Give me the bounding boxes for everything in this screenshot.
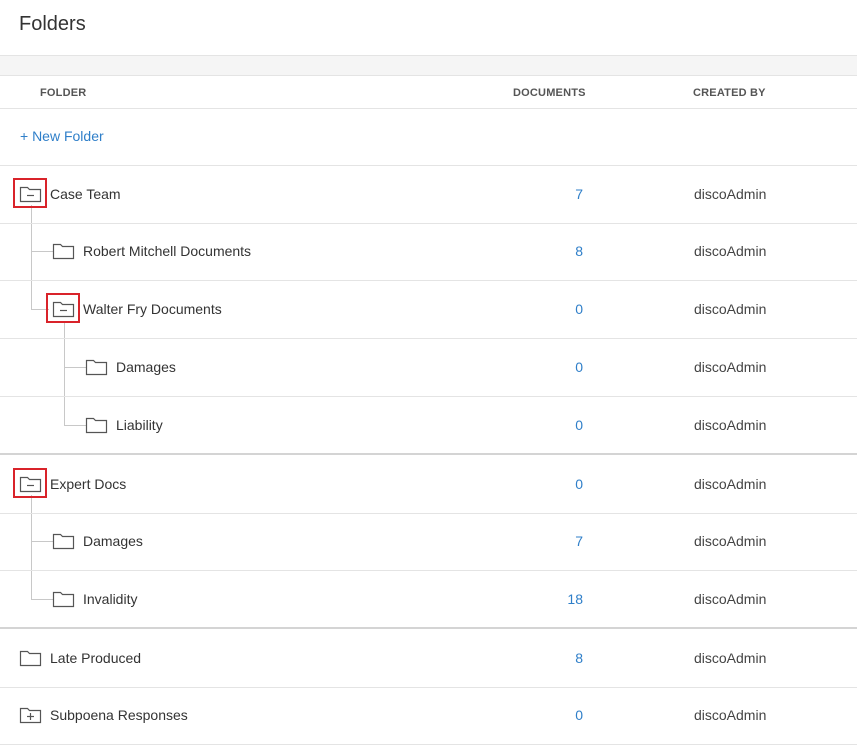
created-by: discoAdmin [694,359,767,375]
folder-icon [19,648,43,668]
folder-collapse-icon[interactable] [52,299,76,319]
created-by: discoAdmin [694,650,767,666]
folder-name[interactable]: Expert Docs [50,476,126,492]
created-by: discoAdmin [694,243,767,259]
created-by: discoAdmin [694,533,767,549]
column-header-created-by[interactable]: CREATED BY [693,87,766,99]
new-folder-link[interactable]: + New Folder [20,128,104,144]
page-title: Folders [19,13,86,35]
folder-row[interactable]: Damages 0 discoAdmin [0,339,857,397]
folder-name[interactable]: Case Team [50,186,121,202]
folder-icon [52,531,76,551]
document-count-link[interactable]: 0 [543,707,583,723]
created-by: discoAdmin [694,707,767,723]
created-by: discoAdmin [694,476,767,492]
header-band [0,56,857,76]
document-count-link[interactable]: 8 [543,243,583,259]
document-count-link[interactable]: 0 [543,476,583,492]
document-count-link[interactable]: 18 [543,591,583,607]
folder-name[interactable]: Late Produced [50,650,141,666]
folder-name[interactable]: Damages [83,533,143,549]
folder-name[interactable]: Invalidity [83,591,137,607]
created-by: discoAdmin [694,591,767,607]
folder-collapse-icon[interactable] [19,474,43,494]
folder-row[interactable]: Robert Mitchell Documents 8 discoAdmin [0,223,857,281]
folder-row[interactable]: Subpoena Responses 0 discoAdmin [0,687,857,745]
folder-row[interactable]: Walter Fry Documents 0 discoAdmin [0,281,857,339]
created-by: discoAdmin [694,301,767,317]
folder-icon [85,357,109,377]
folder-icon [52,589,76,609]
column-header-documents[interactable]: DOCUMENTS [513,87,586,99]
folder-name[interactable]: Damages [116,359,176,375]
folder-row[interactable]: Late Produced 8 discoAdmin [0,630,857,688]
folder-row[interactable]: Expert Docs 0 discoAdmin [0,456,857,514]
folder-icon [52,241,76,261]
created-by: discoAdmin [694,417,767,433]
created-by: discoAdmin [694,186,767,202]
column-header-folder[interactable]: FOLDER [40,87,86,99]
folder-name[interactable]: Robert Mitchell Documents [83,243,251,259]
header-divider [0,108,857,109]
folder-expand-icon[interactable] [19,705,43,725]
folder-name[interactable]: Subpoena Responses [50,707,188,723]
document-count-link[interactable]: 7 [543,186,583,202]
folder-row[interactable]: Damages 7 discoAdmin [0,513,857,571]
document-count-link[interactable]: 0 [543,301,583,317]
folder-name[interactable]: Liability [116,417,163,433]
folder-name[interactable]: Walter Fry Documents [83,301,222,317]
folder-icon [85,415,109,435]
folder-row[interactable]: Liability 0 discoAdmin [0,397,857,455]
document-count-link[interactable]: 0 [543,417,583,433]
document-count-link[interactable]: 8 [543,650,583,666]
new-folder-row [0,108,857,166]
document-count-link[interactable]: 7 [543,533,583,549]
folder-row[interactable]: Invalidity 18 discoAdmin [0,571,857,629]
document-count-link[interactable]: 0 [543,359,583,375]
folder-row[interactable]: Case Team 7 discoAdmin [0,166,857,224]
folder-collapse-icon[interactable] [19,184,43,204]
